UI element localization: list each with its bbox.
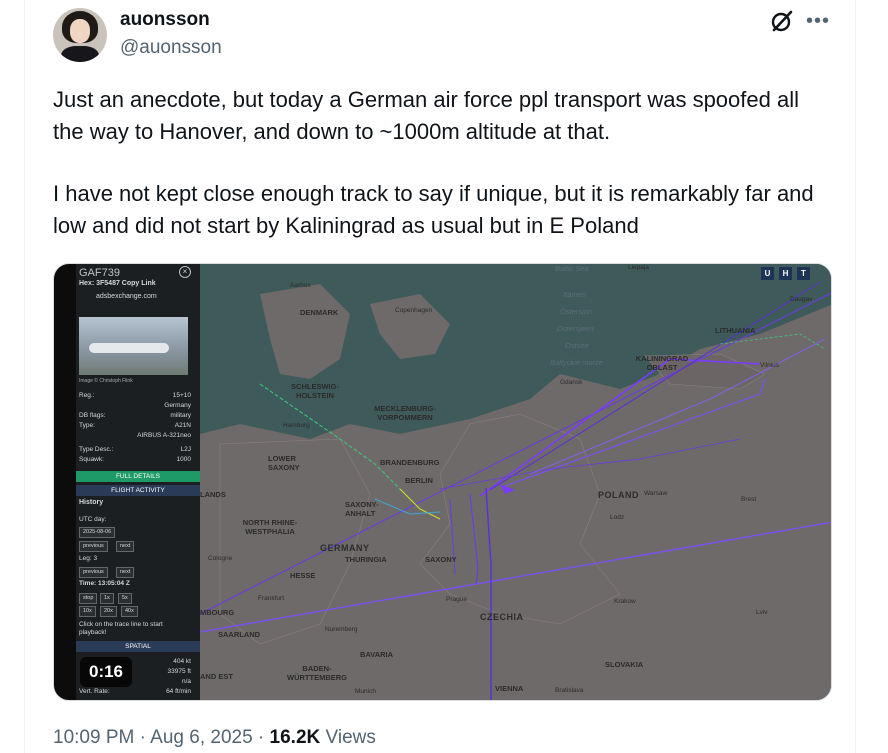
map-label: Prague	[446, 596, 467, 603]
sea-label: Östersjön	[560, 307, 593, 316]
utc-day-label: UTC day:	[79, 516, 107, 523]
full-details-button: FULL DETAILS	[76, 471, 200, 482]
map-label: Liepaja	[628, 264, 649, 271]
spatial-button: SPATIAL	[76, 641, 200, 652]
map-label: Gdansk	[560, 379, 583, 386]
previous-leg-button: previous	[79, 567, 108, 578]
map-label: BERLIN	[405, 476, 433, 485]
post-date[interactable]: Aug 6, 2025	[150, 727, 252, 748]
h-toggle: H	[779, 267, 792, 280]
adsb-sidebar: GAF739 × Hex: 3F5487 Copy Link adsbexcha…	[76, 264, 200, 700]
u-toggle: U	[761, 267, 774, 280]
grok-icon[interactable]	[769, 8, 795, 34]
speed-button: 1x	[100, 593, 114, 604]
map-label: Bratislava	[555, 687, 584, 694]
author-name[interactable]: auonsson	[120, 9, 210, 31]
playback-hint: Click on the trace line to start playbac…	[79, 621, 163, 636]
avatar[interactable]	[53, 8, 107, 62]
map-label: Warsaw	[644, 490, 668, 497]
author-handle[interactable]: @auonsson	[120, 37, 222, 59]
post-paragraph-2: I have not kept close enough track to sa…	[53, 181, 814, 238]
map-label: SAXONY	[425, 555, 457, 564]
map-label: Lviv	[756, 609, 768, 616]
map-label: Daugav	[790, 296, 813, 303]
map-label: AND EST	[200, 672, 233, 681]
map-label: THURINGIA	[345, 555, 387, 564]
views-count: 16.2K	[269, 727, 321, 748]
hex-code: Hex: 3F5487 Copy Link	[79, 280, 156, 287]
map-label: BADEN-WÜRTTEMBERG	[287, 664, 347, 682]
close-icon: ×	[179, 266, 191, 278]
post-text: Just an anecdote, but today a German air…	[53, 84, 833, 241]
map-label: LITHUANIA	[715, 326, 756, 335]
callsign: GAF739	[79, 267, 120, 279]
map-label: Munich	[355, 688, 376, 695]
playback-time: Time: 13:05:04 Z	[79, 580, 130, 587]
sea-label: Bałtyckie morze	[550, 358, 603, 367]
aircraft-photo	[79, 317, 188, 375]
sea-label: Baltic Sea	[555, 264, 589, 273]
next-day-button: next	[116, 541, 135, 552]
map-label: BRANDENBURG	[380, 458, 440, 467]
map-label: SAXONY-ANHALT	[345, 500, 379, 518]
map-label: SCHLESWIG-HOLSTEIN	[291, 382, 339, 400]
post-paragraph-1: Just an anecdote, but today a German air…	[53, 87, 799, 144]
flight-activity-button: FLIGHT ACTIVITY	[76, 485, 200, 496]
map-label: SAARLAND	[218, 630, 261, 639]
speed-button: stop	[79, 593, 98, 604]
speed-button: 40x	[121, 606, 138, 617]
map-label: LOWER SAXONY	[268, 454, 300, 472]
map-label: Nuremberg	[325, 626, 358, 633]
next-leg-button: next	[116, 567, 135, 578]
history-heading: History	[79, 499, 104, 506]
map-label: DENMARK	[300, 308, 339, 317]
utc-day-field: 2025-08-06	[79, 527, 116, 538]
map-label: POLAND	[598, 490, 639, 500]
map-label: VIENNA	[495, 684, 524, 693]
map-label: Brest	[741, 496, 757, 503]
sea-label: Ostersjøen	[557, 324, 594, 333]
map-label: GERMANY	[320, 543, 370, 553]
map-label: Krakow	[614, 598, 636, 605]
map-label: Hamburg	[283, 422, 310, 429]
map-label: CZECHIA	[480, 612, 524, 622]
map-label: Aarhus	[290, 282, 311, 289]
map-label: Lodz	[610, 514, 625, 521]
sea-label: Ostsee	[565, 341, 589, 350]
map-label: HESSE	[290, 571, 316, 580]
map-label: KALININGRAD OBLAST	[635, 354, 689, 372]
map-label: NORTH RHINE-WESTPHALIA	[242, 518, 298, 536]
views-label: Views	[325, 727, 376, 748]
map-label: BAVARIA	[360, 650, 394, 659]
right-divider	[855, 0, 856, 753]
left-divider	[24, 0, 25, 753]
map-label: LANDS	[200, 490, 226, 499]
speed-button: 5x	[118, 593, 132, 604]
t-toggle: T	[797, 267, 810, 280]
map-label: SLOVAKIA	[605, 660, 644, 669]
map-label: Copenhagen	[395, 307, 433, 314]
map-label: MECKLENBURG-VORPOMMERN	[374, 404, 436, 422]
map-label: Frankfurt	[258, 595, 285, 602]
post-time[interactable]: 10:09 PM	[53, 727, 134, 748]
post-meta: 10:09 PM · Aug 6, 2025 · 16.2K Views	[53, 727, 376, 748]
flight-map: U H T Liepaja Aarhus DENMARK Copenhagen …	[200, 264, 831, 700]
speed-button: 10x	[79, 606, 96, 617]
video-media[interactable]: GAF739 × Hex: 3F5487 Copy Link adsbexcha…	[53, 263, 832, 701]
leg-label: Leg: 3	[79, 555, 98, 562]
sea-label: Itämeri	[563, 290, 586, 299]
speed-button: 20x	[100, 606, 117, 617]
map-label: Vilnius	[760, 362, 780, 369]
map-label: MBOURG	[200, 608, 235, 617]
video-timer: 0:16	[80, 657, 132, 687]
previous-day-button: previous	[79, 541, 108, 552]
photo-credit: Image © Christoph Flink	[79, 378, 133, 384]
map-label: Cologne	[208, 555, 233, 562]
source-link: adsbexchange.com	[96, 293, 157, 300]
more-options-icon[interactable]: •••	[806, 10, 830, 33]
